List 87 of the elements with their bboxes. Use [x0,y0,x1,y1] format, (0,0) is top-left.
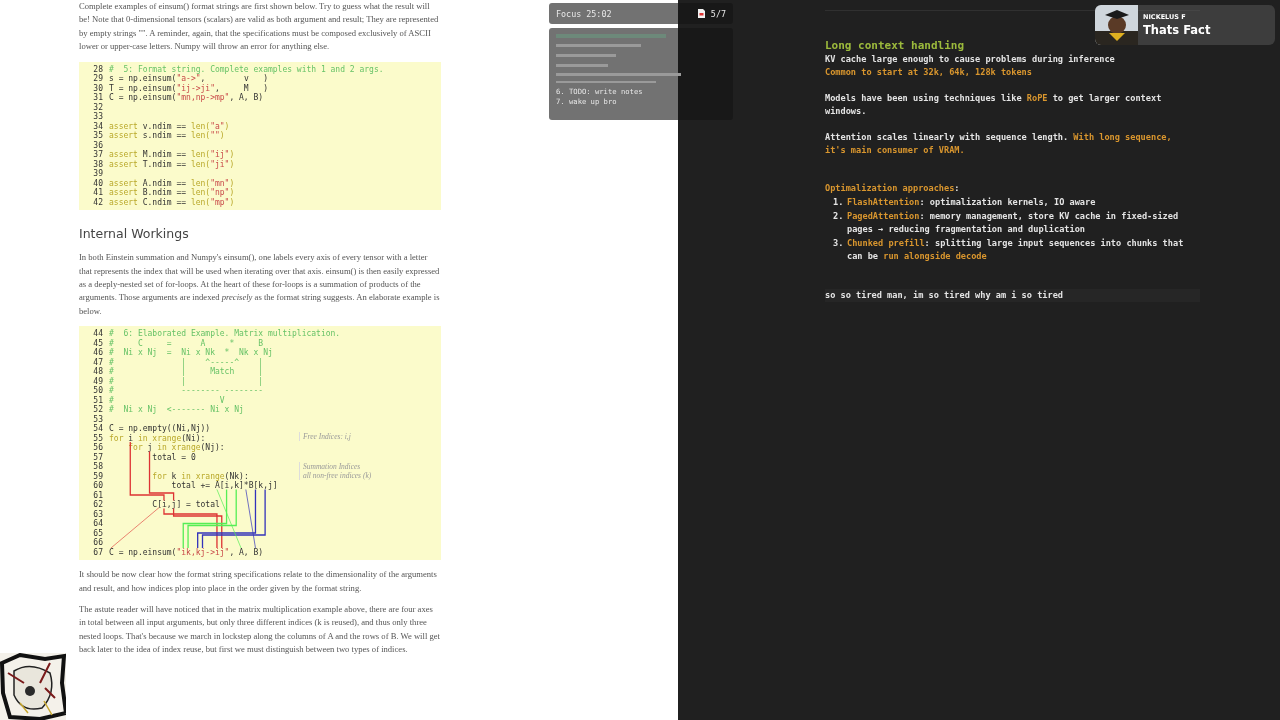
note-text: Attention scales linearly with sequence length. With long sequence, it's main consumer of VRAM. [825,131,1173,157]
line-number: 58 [92,462,103,472]
code-line: assert M.ndim == len("ij") [109,150,235,160]
line-number: 35 [92,131,103,141]
paragraph: The astute reader will have noticed that in the matrix multiplication example above, there are four axes in total between all input arguments, but only three different indices (k is reused), and thus only three nested loops. That's because we march in lockstep along the columns of A and the rows of B. We will get back later to the idea of index reuse, but first we must distinguish between two types of indices. [79,602,441,657]
code-line: # C = A * B [109,338,264,348]
paragraph: In both Einstein summation and Numpy's einsum(), one labels every axis of every tensor with a letter that represents the index that will be used when iterating over that axis. einsum() is then easily expressed as a deeply-nested set of for-loops. At the heart of these for-loops is a summation of products of the arguments. Those arguments are indexed precisely as the format string suggests. An elaborate example is below. [79,251,441,318]
line-number: 59 [92,471,103,481]
line-number: 30 [92,83,103,93]
list-number: 2. [833,210,845,223]
notes-heading: Long context handling [825,39,966,53]
line-number: 37 [92,150,103,160]
line-number: 47 [92,357,103,367]
note-text: Models have been using techniques like RoPE to get larger context windows. [825,92,1163,118]
list-item-text: PagedAttention: memory management, store KV cache in fixed-sized pages → reducing fragmentation and duplication [847,210,1180,236]
line-number: 44 [92,329,103,339]
code-line: # | | [109,376,264,386]
line-number: 48 [92,367,103,377]
line-number: 62 [92,500,103,510]
line-number: 40 [92,178,103,188]
line-number: 42 [92,197,103,208]
line-number: 60 [92,481,103,491]
line-number: 50 [92,386,103,396]
line-number: 61 [92,490,103,500]
list-number: 1. [833,196,845,209]
list-item-text: FlashAttention: optimalization kernels, IO aware [847,196,1097,209]
line-number: 28 [92,64,103,74]
code-line: assert C.ndim == len("mp") [109,197,235,208]
line-number: 39 [92,169,103,179]
line-number: 67 [92,547,103,558]
list-heading: Optimalization approaches: [825,182,961,195]
code-line: # Ni x Nj <------- Ni x Nj [109,405,244,415]
line-number: 29 [92,74,103,84]
code-line: # -------- -------- [109,386,264,396]
line-number: 31 [92,93,103,103]
code-line: assert A.ndim == len("mn") [109,178,235,188]
code-line: C[i,j] = total [151,500,220,510]
line-number: 56 [92,443,103,453]
note-text: KV cache large enough to cause problems during inference [825,53,1116,66]
notification-message: Thats Fact [1143,23,1211,37]
code-line: C = np.einsum("ik,kj->ij", A, B) [109,547,264,558]
line-number: 41 [92,188,103,198]
line-number: 34 [92,121,103,131]
line-number: 33 [92,112,103,122]
line-number: 63 [92,509,103,519]
code-line: # | Match | [109,367,264,377]
line-number: 57 [92,452,103,462]
code-line: for i in xrange(Ni): [109,433,206,444]
code-line: C = np.einsum("mn,np->mp", A, B) [109,93,264,103]
code-line: # V [109,395,225,405]
line-number: 65 [92,528,103,538]
task-count: 5/7 [710,8,726,19]
line-number: 45 [92,338,103,348]
code-line: # | ^-----^ | [109,357,264,368]
paragraph: It should be now clear how the format string specifications relate to the dimensionality of the arguments and result, and how indices plop into place in the order given by the format string. [79,568,438,595]
code-line: # Ni x Nj = Ni x Nk * Nk x Nj [109,348,273,358]
line-number: 38 [92,159,103,169]
line-number: 49 [92,376,103,386]
code-line: total = 0 [151,452,196,463]
code-line: s = np.einsum("a->", v ) [109,74,268,84]
code-line: # 6: Elaborated Example. Matrix multiplication. [109,329,341,339]
note-text: Common to start at 32k, 64k, 128k tokens [825,66,1033,79]
code-line: C = np.empty((Ni,Nj)) [109,424,211,434]
code-line: for k in xrange(Nk): [151,471,249,482]
list-item-text: Chunked prefill: splitting large input sequences into chunks that can be run alongside decode [847,237,1185,263]
code-line: assert B.ndim == len("np") [109,188,235,198]
line-number: 36 [92,140,103,150]
focus-timer: Focus 25:02 [556,8,612,19]
line-number: 66 [92,538,103,548]
document-icon [697,9,705,18]
line-number: 46 [92,348,103,358]
section-heading: Internal Workings [79,226,190,242]
paragraph: Complete examples of einsum() format strings are first shown below. Try to guess what the result will be! Note that 0-dimensional tensors (scalars) are valid as both argument and result; They are represented by empty strings "". A reminder, again, that the specifications must be composed exclusively of ASCII lower or upper-case letters. Numpy will throw an error for anything else. [79,0,440,54]
line-number: 64 [92,519,103,529]
code-line: T = np.einsum("ij->ji", M ) [109,83,268,94]
line-number: 51 [92,395,103,405]
code-line: assert T.ndim == len("ji") [109,159,235,170]
code-line: total += A[i,k]*B[k,j] [170,481,278,491]
code-line: assert s.ndim == len("") [109,131,225,141]
list-number: 3. [833,237,845,250]
line-number: 52 [92,405,103,415]
code-line: # 5: Format string. Complete examples with 1 and 2 args. [109,64,384,75]
code-line: assert v.ndim == len("a") [109,121,230,131]
line-number: 32 [92,102,103,112]
line-number: 54 [92,424,103,434]
line-number: 55 [92,433,103,443]
line-number: 53 [92,414,103,424]
